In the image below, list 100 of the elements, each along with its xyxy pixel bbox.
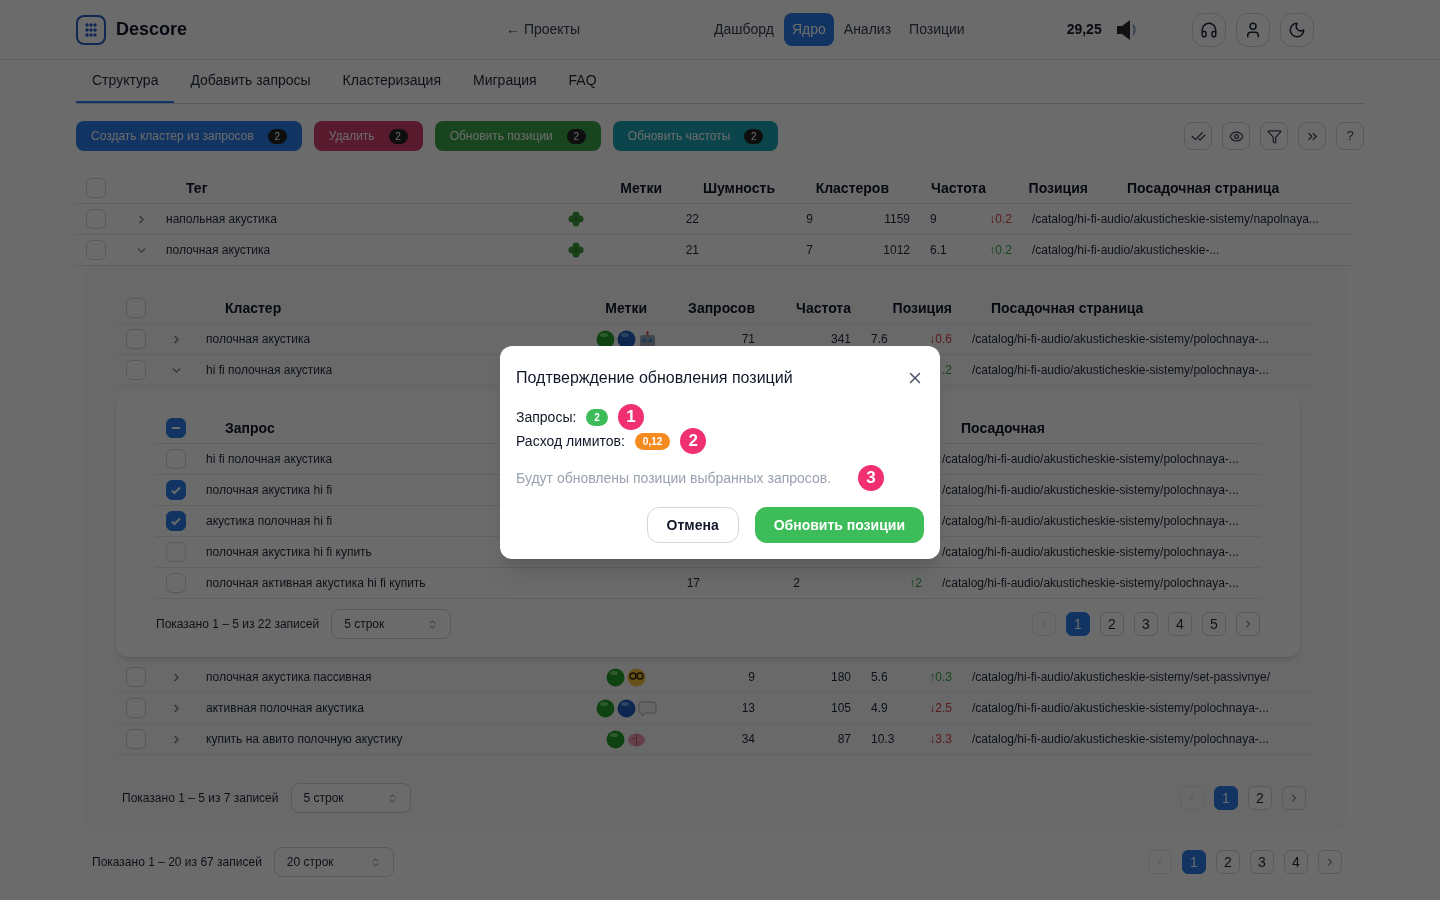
logo-icon [76,14,106,45]
page-button[interactable]: 5 [1202,612,1226,636]
projects-link[interactable]: ← Проекты [506,19,706,40]
checkbox[interactable] [166,511,186,531]
page-button[interactable]: 3 [1250,850,1274,874]
checkbox[interactable] [166,480,186,500]
check-icon [170,484,182,496]
page-size-select[interactable]: 5 строк [331,609,452,639]
cluster-name: полочная акустика пассивная [206,670,372,684]
header-icon-button[interactable] [1235,12,1270,47]
page-button[interactable]: 1 [1066,612,1090,636]
page-button[interactable]: 2 [1100,612,1124,636]
ball-icon [616,698,636,718]
table-cell: 21 [685,243,699,257]
section-tab[interactable]: Миграция [457,59,553,103]
page-button[interactable]: 2 [1216,850,1240,874]
position-change: ↓2.5 [929,701,952,715]
landing-url: /catalog/hi-fi-audio/akusticheskie-sistemy/polochnaya-... [942,483,1239,497]
annotation-marker: 3 [858,465,884,491]
header-icon-button[interactable] [1279,12,1314,47]
dialog-note: Будут обновлены позиции выбранных запросов. [516,469,832,488]
column-header: Тег [186,179,208,196]
clover-icon [567,241,585,259]
moon-icon [1287,20,1306,39]
page-button[interactable]: 1 [1214,786,1238,810]
table-cell: 7.6 [871,332,888,346]
column-header: Частота [796,299,851,316]
confirm-button[interactable]: Обновить позиции [754,507,924,543]
count-badge: 2 [566,128,586,144]
table-cell: 6.1 [930,243,947,257]
next-page-button[interactable] [1236,612,1260,636]
toolbar-button[interactable] [1184,122,1212,150]
action-button[interactable]: Создать кластер из запросов 2 [76,121,302,151]
page-button[interactable]: 4 [1284,850,1308,874]
nav-tab[interactable]: Дашборд [706,13,782,46]
section-tab[interactable]: FAQ [552,59,613,103]
table-cell: 10.3 [871,732,895,746]
table-cell: 13 [741,701,755,715]
clover-icon [567,210,585,228]
stat-badge: 0,12 [634,432,671,450]
table-cell: 87 [837,732,851,746]
column-header: Шумность [702,179,775,196]
query-text: полочная акустика hi fi купить [206,545,372,559]
header-icon-button[interactable] [1191,12,1226,47]
landing-url: /catalog/hi-fi-audio/akusticheskie-sistemy/polochnaya-... [942,576,1239,590]
section-tab[interactable]: Добавить запросы [174,59,327,103]
column-header: Позиция [1028,179,1088,196]
count-badge: 2 [388,128,408,144]
table-cell: 2 [793,576,800,590]
toolbar-button[interactable] [1260,122,1288,150]
table-cell: 34 [741,732,755,746]
position-change: ↑0.3 [929,670,952,684]
stat-label: Запросы: [516,407,577,427]
cancel-button[interactable]: Отмена [646,507,739,543]
table-cell: 1159 [884,212,910,226]
page-button[interactable]: 1 [1182,850,1206,874]
page-size-select[interactable]: 5 строк [290,783,411,813]
section-tab[interactable]: Кластеризация [326,59,457,103]
toolbar-button[interactable] [1298,122,1326,150]
table-cell: 9 [930,212,937,226]
toolbar-button[interactable] [1222,122,1250,150]
nav-tab[interactable]: Позиции [901,13,973,46]
column-header: Кластеров [815,179,889,196]
table-cell: 1012 [883,243,910,257]
page-button[interactable]: 2 [1248,786,1272,810]
table-cell: 9 [806,212,813,226]
table-cell: 105 [830,701,851,715]
nav-tab[interactable]: Ядро [783,13,834,46]
position-change: ↓0.6 [929,332,952,346]
logo-text: Descore [116,18,188,41]
help-button[interactable]: ? [1336,122,1364,150]
action-button[interactable]: Обновить частоты 2 [612,121,779,151]
position-change: ↓0.2 [989,212,1012,226]
nav-tab[interactable]: Анализ [835,13,900,46]
action-button[interactable]: Удалить 2 [313,121,423,151]
headset-icon [1199,20,1218,39]
next-page-button[interactable] [1318,850,1342,874]
landing-url: /catalog/hi-fi-audio/akusticheskie-sistemy/polochnaya-... [942,545,1239,559]
table-cell: 9 [748,670,755,684]
checkbox[interactable] [166,417,186,438]
position-change: ↑2 [909,576,922,590]
query-text: hi fi полочная акустика [206,452,333,466]
landing-url: /catalog/hi-fi-audio/akusticheskie-sistemy/polochnaya-... [972,732,1269,746]
action-button[interactable]: Обновить позиции 2 [434,121,601,151]
column-header: Посадочная страница [1127,179,1280,196]
query-text: акустика полочная hi fi [206,514,333,528]
section-tab[interactable]: Структура [76,59,175,103]
next-page-button[interactable] [1282,786,1306,810]
speech-bubble-icon [637,698,657,718]
cluster-name: активная полочная акустика [206,701,364,715]
landing-url: /catalog/hi-fi-audio/akusticheskie-sistemy/napolnaya... [1032,212,1319,226]
annotation-marker: 1 [617,404,644,430]
table-cell: 341 [830,332,851,346]
page-size-select[interactable]: 20 строк [273,847,394,877]
column-header: Позиция [892,299,952,316]
page-button[interactable]: 4 [1168,612,1192,636]
tag-name: напольная акустика [166,212,277,226]
page-button[interactable]: 3 [1134,612,1158,636]
landing-url: /catalog/hi-fi-audio/akusticheskie-sistemy/polochnaya-... [972,701,1269,715]
count-badge: 2 [267,128,287,144]
